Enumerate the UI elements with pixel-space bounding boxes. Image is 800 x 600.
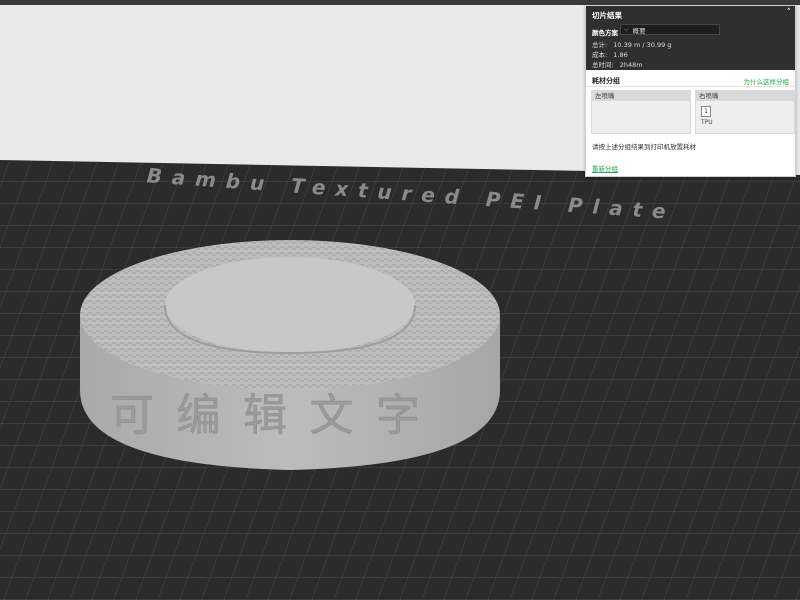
cost-value: 1.86 xyxy=(613,51,628,59)
filament-slot[interactable]: 1 xyxy=(701,106,711,117)
placement-hint: 请按上述分组结果到打印机放置耗材 xyxy=(592,143,696,151)
time-value: 2h48m xyxy=(619,61,643,69)
filament-group-header: 耗材分组 为什么这样分组 xyxy=(586,74,795,87)
time-row: 总时间: 2h48m xyxy=(592,59,643,69)
right-nozzle-label: 右喷嘴 xyxy=(696,91,794,101)
slice-result-title: 切片结果 xyxy=(592,11,622,20)
color-scheme-select[interactable]: ⌵ 概要 xyxy=(620,24,720,35)
cost-label: 成本: xyxy=(592,51,608,59)
left-nozzle-box: 左喷嘴 xyxy=(591,90,691,134)
time-label: 总时间: xyxy=(592,61,614,69)
total-row: 总计: 10.39 m / 30.99 g xyxy=(592,39,671,49)
regroup-link[interactable]: 重新分组 xyxy=(592,163,618,173)
model-ring-hole xyxy=(165,257,415,353)
filament-group-title: 耗材分组 xyxy=(592,77,620,85)
filament-type: TPU xyxy=(701,119,713,126)
cost-row: 成本: 1.86 xyxy=(592,49,628,59)
left-nozzle-label: 左喷嘴 xyxy=(592,91,690,101)
why-group-link[interactable]: 为什么这样分组 xyxy=(744,76,790,86)
total-label: 总计: xyxy=(592,41,608,49)
chevron-up-icon[interactable]: ˄ xyxy=(787,8,792,18)
total-value: 10.39 m / 30.99 g xyxy=(613,41,672,49)
right-nozzle-box: 右喷嘴 1 TPU xyxy=(695,90,795,134)
color-scheme-value: 概要 xyxy=(632,26,646,35)
color-scheme-label: 颜色方案 xyxy=(592,29,618,37)
slice-result-header: 切片结果 ˄ 颜色方案 ⌵ 概要 总计: 10.39 m / 30.99 g 成… xyxy=(586,6,795,70)
slice-result-panel: 切片结果 ˄ 颜色方案 ⌵ 概要 总计: 10.39 m / 30.99 g 成… xyxy=(585,5,796,177)
chevron-down-icon: ⌵ xyxy=(624,25,629,33)
